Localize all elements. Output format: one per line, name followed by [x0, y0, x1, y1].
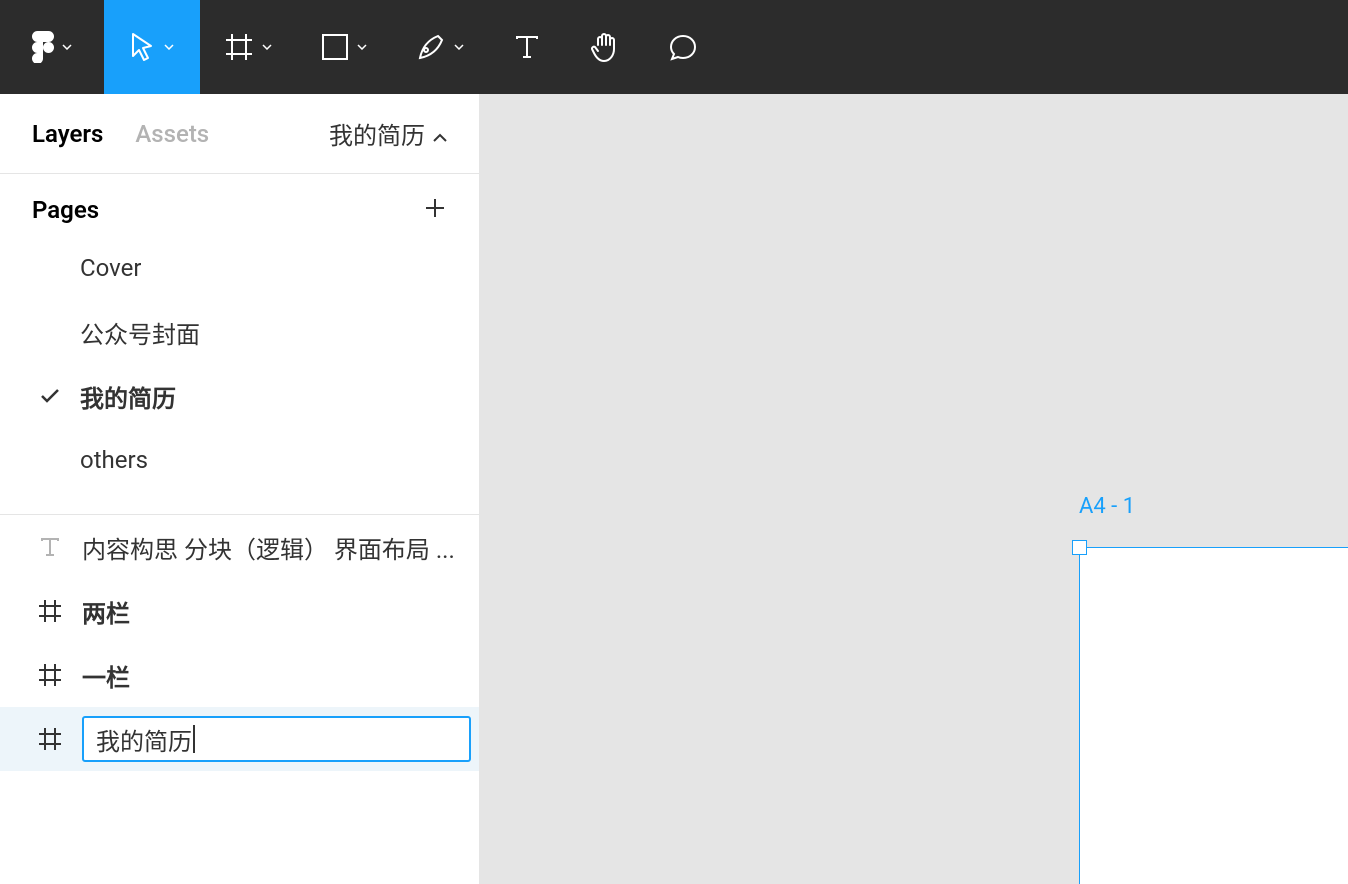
canvas[interactable]: A4 - 1: [480, 94, 1348, 884]
panel-tabs: Layers Assets 我的简历: [0, 94, 479, 174]
layer-item-text[interactable]: 内容构思 分块（逻辑） 界面布局 ...: [0, 515, 479, 579]
chevron-down-icon: [262, 44, 272, 50]
selection-handle-top-left[interactable]: [1072, 540, 1087, 555]
layer-item-frame-one-column[interactable]: 一栏: [0, 643, 479, 707]
left-panel: Layers Assets 我的简历 Pages Cover 公众号封面: [0, 94, 480, 884]
shape-tool-button[interactable]: [296, 0, 392, 94]
text-icon: [513, 33, 541, 61]
pen-icon: [416, 32, 446, 62]
main-area: Layers Assets 我的简历 Pages Cover 公众号封面: [0, 94, 1348, 884]
pages-list: Cover 公众号封面 我的简历 others: [0, 236, 479, 515]
text-tool-button[interactable]: [488, 0, 566, 94]
frame-tool-button[interactable]: [200, 0, 296, 94]
layer-rename-input[interactable]: 我的简历: [82, 716, 471, 762]
main-menu-button[interactable]: [0, 0, 104, 94]
move-cursor-icon: [130, 32, 156, 62]
chevron-down-icon: [357, 44, 367, 50]
frame-layer-icon: [36, 661, 64, 689]
figma-logo-icon: [32, 31, 54, 63]
layer-rename-value: 我的简历: [96, 722, 192, 757]
page-selector[interactable]: 我的简历: [329, 116, 447, 151]
toolbar: [0, 0, 1348, 94]
layers-list: 内容构思 分块（逻辑） 界面布局 ... 两栏 一栏 我的简历: [0, 515, 479, 771]
add-page-button[interactable]: [423, 196, 447, 224]
move-tool-button[interactable]: [104, 0, 200, 94]
page-item-others[interactable]: others: [0, 428, 479, 492]
tab-assets[interactable]: Assets: [135, 120, 209, 148]
tab-layers[interactable]: Layers: [32, 120, 103, 148]
chevron-down-icon: [164, 44, 174, 50]
layer-label: 内容构思 分块（逻辑） 界面布局 ...: [82, 530, 455, 565]
hand-icon: [590, 31, 620, 63]
frame-icon: [224, 32, 254, 62]
pages-title: Pages: [32, 196, 99, 224]
page-item-wechat-cover[interactable]: 公众号封面: [0, 300, 479, 364]
layer-item-frame-two-column[interactable]: 两栏: [0, 579, 479, 643]
text-layer-icon: [36, 533, 64, 561]
text-cursor: [193, 725, 195, 753]
frame-layer-icon: [36, 725, 64, 753]
layer-label: 一栏: [82, 658, 130, 693]
hand-tool-button[interactable]: [566, 0, 644, 94]
canvas-frame-a4[interactable]: [1079, 547, 1348, 884]
page-item-my-resume[interactable]: 我的简历: [0, 364, 479, 428]
chevron-down-icon: [62, 44, 72, 50]
comment-tool-button[interactable]: [644, 0, 722, 94]
pen-tool-button[interactable]: [392, 0, 488, 94]
pages-header: Pages: [0, 174, 479, 236]
check-icon: [40, 382, 60, 410]
layer-item-frame-editing[interactable]: 我的简历: [0, 707, 479, 771]
comment-icon: [668, 32, 698, 62]
frame-title-label[interactable]: A4 - 1: [1079, 494, 1135, 519]
layer-label: 两栏: [82, 594, 130, 629]
chevron-up-icon: [433, 120, 447, 148]
chevron-down-icon: [454, 44, 464, 50]
page-selector-label: 我的简历: [329, 116, 425, 151]
page-item-cover[interactable]: Cover: [0, 236, 479, 300]
frame-layer-icon: [36, 597, 64, 625]
rectangle-icon: [321, 33, 349, 61]
